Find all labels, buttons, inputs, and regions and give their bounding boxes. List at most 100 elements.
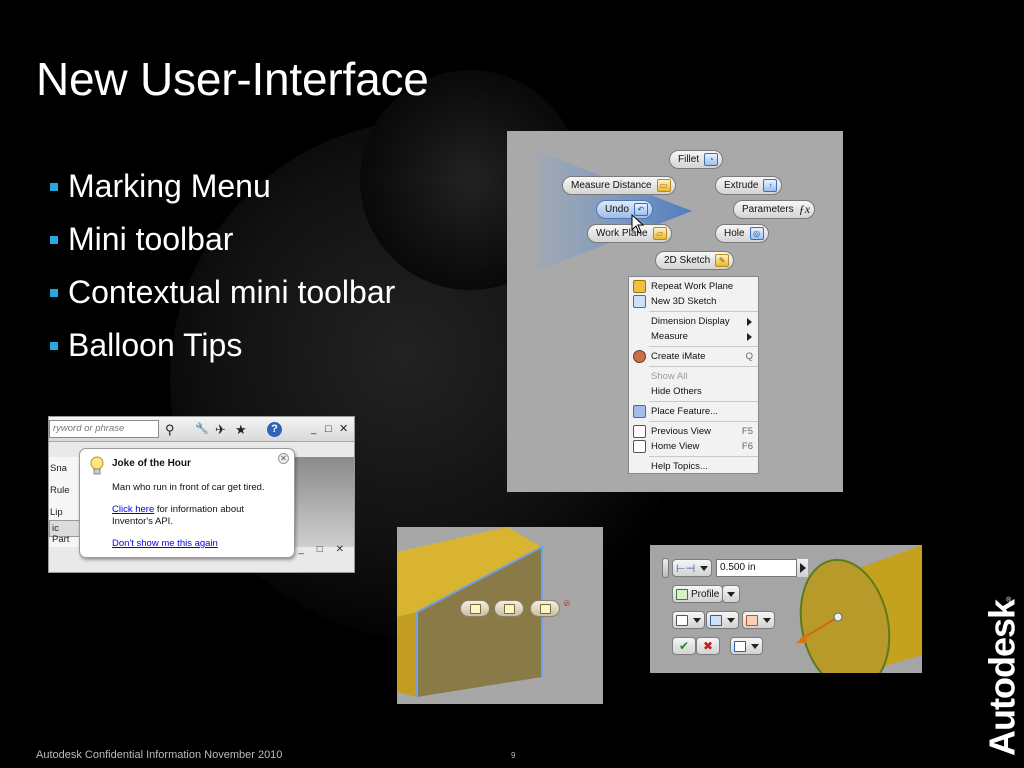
window-controls-icon[interactable]: _ □ ✕ bbox=[298, 544, 349, 555]
mini-toolbar-screenshot: ⊘ bbox=[397, 527, 603, 704]
submenu-arrow-icon bbox=[747, 332, 752, 341]
context-menu: Repeat Work Plane New 3D Sketch Dimensio… bbox=[628, 276, 759, 474]
menu-item-create-imate[interactable]: Create iMate Q bbox=[629, 349, 758, 364]
star-icon[interactable]: ★ bbox=[235, 422, 247, 437]
menu-item-place-feature[interactable]: Place Feature... bbox=[629, 404, 758, 419]
menu-item-label: Place Feature... bbox=[651, 406, 719, 417]
mouse-cursor-icon bbox=[631, 214, 645, 234]
balloon-info: Click here for information about Invento… bbox=[112, 504, 282, 528]
contextual-toolbar-screenshot: ⊢⊣ 0.500 in Profile ✔ ✖ bbox=[650, 545, 922, 673]
parameters-label: Parameters bbox=[742, 204, 794, 215]
menu-item-new-3d-sketch[interactable]: New 3D Sketch bbox=[629, 294, 758, 309]
part-tab[interactable]: ic Part bbox=[49, 520, 80, 545]
menu-item-repeat-work-plane[interactable]: Repeat Work Plane bbox=[629, 279, 758, 294]
mini-toolbar-button[interactable] bbox=[530, 600, 560, 617]
cancel-button[interactable]: ✖ bbox=[696, 637, 720, 655]
mini-toolbar-button[interactable] bbox=[460, 600, 490, 617]
solid-icon bbox=[676, 614, 688, 626]
menu-item-measure[interactable]: Measure bbox=[629, 329, 758, 344]
lightbulb-icon bbox=[90, 456, 104, 475]
distance-arrow-button[interactable] bbox=[796, 559, 808, 577]
menu-item-previous-view[interactable]: Previous View F5 bbox=[629, 424, 758, 439]
bullet-item: Marking Menu bbox=[50, 160, 395, 213]
work-plane-button[interactable]: Work Plane ▱ bbox=[587, 224, 672, 243]
wrench-icon[interactable]: 🔧 bbox=[195, 422, 209, 437]
autodesk-logo: Autodesk ® bbox=[980, 595, 1023, 760]
info-center-toolbar: ryword or phrase ⚲ 🔧 ✈ ★ ? _ □ ✕ bbox=[49, 417, 354, 442]
bullet-text: Marking Menu bbox=[68, 168, 271, 204]
extrude-button[interactable]: Extrude ↑ bbox=[715, 176, 783, 195]
drag-handle[interactable] bbox=[662, 558, 669, 578]
maximize-icon[interactable]: □ bbox=[325, 422, 332, 437]
function-icon: ƒx bbox=[798, 202, 811, 216]
extrude-icon: ↑ bbox=[763, 179, 778, 192]
page-number: 9 bbox=[511, 751, 516, 760]
balloon-message: Man who run in front of car get tired. bbox=[112, 482, 265, 493]
work-plane-icon bbox=[633, 280, 646, 293]
place-feature-icon bbox=[633, 405, 646, 418]
shortcut-label: F6 bbox=[741, 441, 753, 452]
bullet-list: Marking Menu Mini toolbar Contextual min… bbox=[50, 160, 395, 372]
profile-button[interactable]: Profile bbox=[672, 585, 724, 603]
fillet-icon: ◔ bbox=[704, 153, 719, 166]
options-dropdown[interactable] bbox=[730, 637, 763, 655]
list-item[interactable]: Rule bbox=[49, 479, 83, 501]
shortcut-label: Q bbox=[745, 351, 753, 362]
2d-sketch-button[interactable]: 2D Sketch ✎ bbox=[655, 251, 735, 270]
output-dropdown[interactable] bbox=[672, 611, 705, 629]
fillet-button[interactable]: Fillet ◔ bbox=[669, 150, 724, 169]
menu-item-label: Repeat Work Plane bbox=[651, 281, 734, 292]
trademark-icon: ® bbox=[1006, 597, 1012, 604]
edit-sketch-icon bbox=[503, 603, 515, 614]
bullet-square-icon bbox=[50, 235, 58, 244]
dont-show-again-link[interactable]: Don't show me this again bbox=[112, 538, 218, 549]
menu-item-label: Show All bbox=[651, 371, 688, 382]
minimize-icon[interactable]: _ bbox=[311, 422, 317, 437]
join-icon bbox=[710, 614, 722, 626]
pin-icon[interactable]: ⊘ bbox=[563, 598, 571, 609]
menu-item-hide-others[interactable]: Hide Others bbox=[629, 384, 758, 399]
menu-item-label: Create iMate bbox=[651, 351, 706, 362]
parameters-button[interactable]: Parameters ƒx bbox=[733, 200, 816, 219]
close-icon[interactable]: ✕ bbox=[339, 422, 348, 437]
menu-item-label: Dimension Display bbox=[651, 316, 730, 327]
binoculars-icon[interactable]: ⚲ bbox=[165, 422, 175, 437]
menu-item-show-all[interactable]: Show All bbox=[629, 369, 758, 384]
search-input[interactable]: ryword or phrase bbox=[49, 420, 159, 438]
direction-dropdown[interactable]: ⊢⊣ bbox=[672, 559, 713, 577]
profile-label: Profile bbox=[691, 588, 720, 600]
close-balloon-button[interactable]: ✕ bbox=[278, 453, 289, 464]
hole-button[interactable]: Hole ◎ bbox=[715, 224, 769, 243]
menu-item-help-topics[interactable]: Help Topics... bbox=[629, 459, 758, 474]
extents-dropdown[interactable] bbox=[742, 611, 775, 629]
slide-title: New User-Interface bbox=[36, 53, 429, 105]
shortcut-label: F5 bbox=[741, 426, 753, 437]
menu-item-dimension-display[interactable]: Dimension Display bbox=[629, 314, 758, 329]
click-here-link[interactable]: Click here bbox=[112, 504, 154, 515]
extents-icon bbox=[746, 614, 758, 626]
profile-dropdown[interactable] bbox=[722, 585, 740, 603]
previous-view-icon bbox=[633, 425, 646, 438]
help-icon[interactable]: ? bbox=[267, 422, 282, 437]
menu-separator bbox=[649, 401, 758, 402]
list-item[interactable]: Sna bbox=[49, 457, 83, 479]
menu-item-home-view[interactable]: Home View F6 bbox=[629, 439, 758, 454]
sketch-icon: ✎ bbox=[715, 254, 730, 267]
satellite-icon[interactable]: ✈ bbox=[215, 422, 226, 437]
menu-item-label: New 3D Sketch bbox=[651, 296, 717, 307]
measure-distance-button[interactable]: Measure Distance ▭ bbox=[562, 176, 676, 195]
edit-feature-icon bbox=[469, 603, 481, 614]
home-icon bbox=[633, 440, 646, 453]
ok-button[interactable]: ✔ bbox=[672, 637, 696, 655]
3d-sketch-icon bbox=[633, 295, 646, 308]
submenu-arrow-icon bbox=[747, 317, 752, 326]
balloon-tip: ✕ Joke of the Hour Man who run in front … bbox=[79, 448, 295, 558]
menu-separator bbox=[649, 346, 758, 347]
distance-input[interactable]: 0.500 in bbox=[716, 559, 808, 577]
bullet-item: Balloon Tips bbox=[50, 319, 395, 372]
2d-sketch-label: 2D Sketch bbox=[664, 255, 711, 266]
operation-dropdown[interactable] bbox=[706, 611, 739, 629]
mini-toolbar-button[interactable] bbox=[494, 600, 524, 617]
bullet-square-icon bbox=[50, 288, 58, 297]
bullet-square-icon bbox=[50, 341, 58, 350]
